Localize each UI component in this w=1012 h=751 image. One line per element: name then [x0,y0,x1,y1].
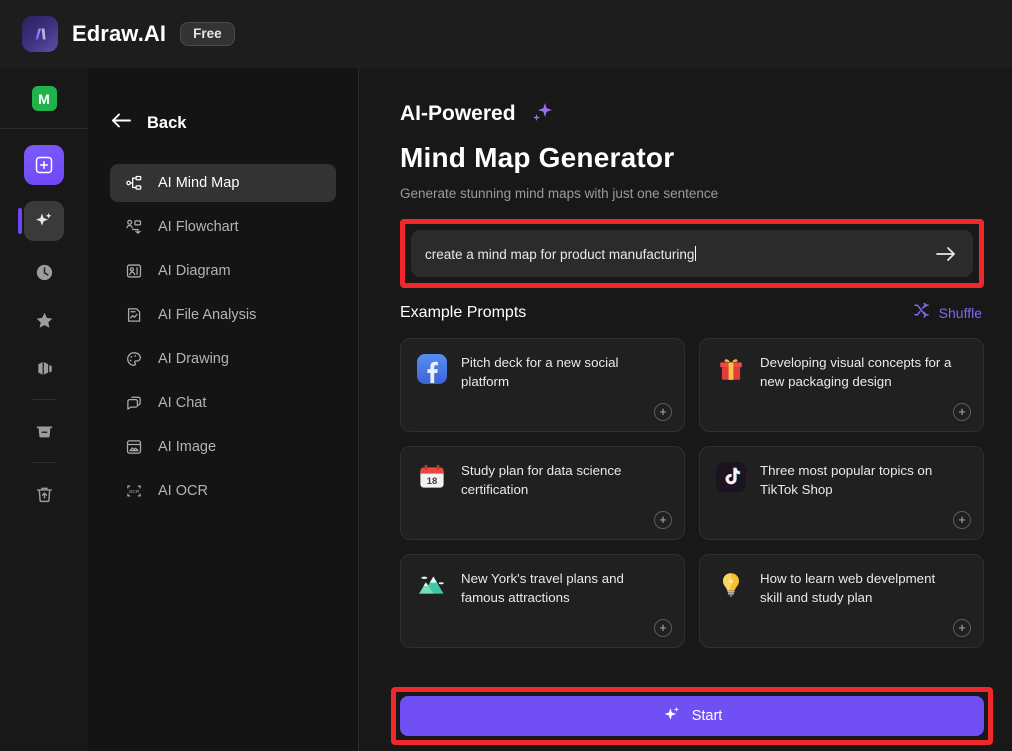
diagram-icon [124,261,144,281]
sidebar-item-label: AI Mind Map [158,175,240,191]
main-content: AI-Powered Mind Map Generator Generate s… [360,68,1012,751]
calendar-icon: 18 [417,462,447,492]
tiktok-icon [716,462,746,492]
sparkles-icon [526,100,556,128]
example-prompt-card[interactable]: Developing visual concepts for a new pac… [699,338,984,432]
sidebar-item-ai-diagram[interactable]: AI Diagram [110,252,336,290]
example-prompt-grid: Pitch deck for a new social platform + D… [400,338,984,648]
app-title: Edraw.AI [72,21,167,46]
svg-text:18: 18 [427,475,437,486]
example-prompts-title: Example Prompts [400,304,527,321]
sidebar-item-ai-image[interactable]: AI Image [110,428,336,466]
rail-separator-2 [31,462,57,463]
new-document-icon[interactable] [24,145,64,185]
page-subtitle: Generate stunning mind maps with just on… [400,186,719,201]
prompt-input-highlight: create a mind map for product manufactur… [400,219,984,288]
back-button[interactable]: Back [110,112,358,134]
start-button-highlight: Start [391,687,993,745]
facebook-icon [417,354,447,384]
svg-text:OCR: OCR [129,489,140,495]
eyebrow-label: AI-Powered [400,102,516,125]
example-prompt-card[interactable]: Three most popular topics on TikTok Shop… [699,446,984,540]
page-title: Mind Map Generator [400,142,675,173]
add-prompt-button[interactable]: + [953,511,971,529]
secondary-sidebar: Back AI Mind Map AI Flowchart AI Diagram… [88,68,359,751]
example-prompt-text: How to learn web develpment skill and st… [760,571,936,606]
example-prompt-card[interactable]: How to learn web develpment skill and st… [699,554,984,648]
sidebar-item-ai-flowchart[interactable]: AI Flowchart [110,208,336,246]
add-prompt-button[interactable]: + [953,403,971,421]
app-window: Edraw.AI Free M Back AI Mind Map AI Flow… [0,0,1012,751]
eyebrow-row: AI-Powered [400,100,984,128]
sidebar-item-label: AI File Analysis [158,307,257,323]
palette-icon [124,349,144,369]
prompt-input-value: create a mind map for product manufactur… [425,246,695,262]
file-analysis-icon [124,305,144,325]
image-icon [124,437,144,457]
trash-bin-icon[interactable] [27,477,61,511]
example-prompt-text: New York's travel plans and famous attra… [461,571,624,606]
shuffle-button[interactable]: Shuffle [913,302,982,324]
mountain-icon [417,570,447,600]
add-prompt-button[interactable]: + [654,403,672,421]
ai-sparkle-icon[interactable] [18,201,64,241]
example-prompt-text: Study plan for data science certificatio… [461,463,622,498]
arrow-left-icon [110,112,132,134]
shuffle-icon [913,302,931,324]
example-prompt-card[interactable]: Pitch deck for a new social platform + [400,338,685,432]
templates-icon[interactable] [27,351,61,385]
title-bar: Edraw.AI Free [0,0,1012,68]
plan-badge[interactable]: Free [180,21,235,47]
lightbulb-icon [716,570,746,600]
sidebar-item-label: AI Flowchart [158,219,239,235]
edraw-logo-icon [22,16,58,52]
example-prompt-text: Developing visual concepts for a new pac… [760,355,952,390]
rail-separator-1 [31,399,57,400]
sidebar-item-label: AI Image [158,439,217,455]
clock-recent-icon[interactable] [27,255,61,289]
start-button-label: Start [691,708,723,724]
sidebar-item-ai-chat[interactable]: AI Chat [110,384,336,422]
arrow-right-icon[interactable] [933,241,959,267]
sidebar-item-label: AI Drawing [158,351,229,367]
ocr-icon: OCR [124,481,144,501]
example-prompt-text: Three most popular topics on TikTok Shop [760,463,933,498]
sidebar-item-label: AI OCR [158,483,208,499]
example-prompt-card[interactable]: New York's travel plans and famous attra… [400,554,685,648]
example-prompts-header: Example Prompts Shuffle [400,302,984,324]
add-prompt-button[interactable]: + [654,511,672,529]
sidebar-item-label: AI Diagram [158,263,231,279]
sidebar-item-ai-drawing[interactable]: AI Drawing [110,340,336,378]
example-prompt-text: Pitch deck for a new social platform [461,355,619,390]
back-label: Back [147,113,187,132]
rail-divider [0,128,88,129]
add-prompt-button[interactable]: + [953,619,971,637]
gift-icon [716,354,746,384]
add-prompt-button[interactable]: + [654,619,672,637]
archive-box-icon[interactable] [27,414,61,448]
flowchart-icon [124,217,144,237]
start-button[interactable]: Start [400,696,984,736]
avatar[interactable]: M [31,86,57,111]
chat-bubble-icon [124,393,144,413]
example-prompt-card[interactable]: 18 Study plan for data science certifica… [400,446,685,540]
star-favorites-icon[interactable] [27,303,61,337]
text-caret [695,245,697,261]
mind-map-icon [124,173,144,193]
sidebar-item-ai-mind-map[interactable]: AI Mind Map [110,164,336,202]
prompt-input[interactable]: create a mind map for product manufactur… [411,230,973,277]
icon-rail: M [0,68,88,751]
sparkle-icon [662,704,682,729]
shuffle-label: Shuffle [938,305,982,321]
sidebar-item-ai-ocr[interactable]: OCR AI OCR [110,472,336,510]
sidebar-item-ai-file-analysis[interactable]: AI File Analysis [110,296,336,334]
sidebar-item-label: AI Chat [158,395,207,411]
nav-list: AI Mind Map AI Flowchart AI Diagram AI F… [88,164,358,510]
